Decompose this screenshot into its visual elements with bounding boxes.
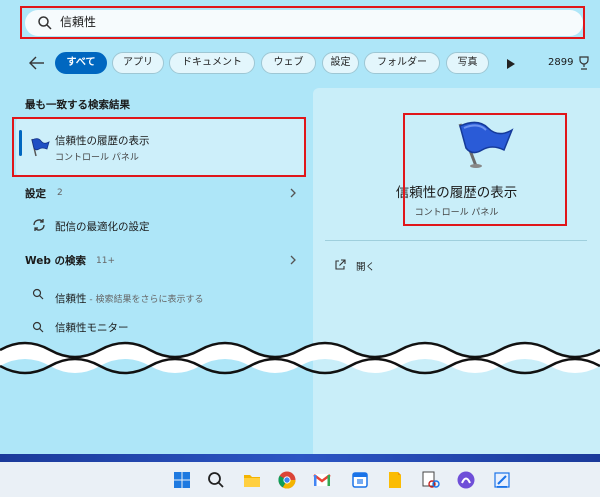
settings-heading[interactable]: 設定 — [25, 186, 46, 201]
back-arrow-icon[interactable] — [28, 55, 46, 71]
chevron-right-icon[interactable] — [289, 187, 297, 199]
web-result-item[interactable]: 信頼性 - 検索結果をさらに表示する — [55, 287, 203, 306]
settings-count: 2 — [57, 188, 63, 198]
file-explorer-icon[interactable] — [242, 470, 262, 490]
tab-documents[interactable]: ドキュメント — [169, 52, 255, 74]
trophy-icon[interactable] — [578, 56, 590, 70]
notes-icon[interactable] — [385, 470, 405, 490]
tab-all[interactable]: すべて — [55, 52, 107, 74]
tab-settings[interactable]: 設定 — [322, 52, 359, 74]
tab-folders[interactable]: フォルダー — [364, 52, 440, 74]
chevron-right-icon[interactable] — [289, 254, 297, 266]
app-icon[interactable] — [456, 470, 476, 490]
rewards-count: 2899 — [548, 57, 574, 68]
calendar-icon[interactable] — [350, 470, 370, 490]
annotation-box-preview — [403, 113, 567, 226]
web-search-count: 11+ — [96, 256, 115, 266]
search-icon[interactable] — [206, 470, 226, 490]
chrome-icon[interactable] — [277, 470, 297, 490]
editor-icon[interactable] — [492, 470, 512, 490]
web-search-heading[interactable]: Web の検索 — [25, 253, 86, 268]
divider — [325, 240, 587, 241]
settings-item[interactable]: 配信の最適化の設定 — [55, 219, 150, 234]
snipping-icon[interactable] — [420, 470, 440, 490]
more-tabs-icon[interactable] — [506, 58, 516, 70]
torn-cut-band — [0, 341, 600, 375]
tab-web[interactable]: ウェブ — [261, 52, 316, 74]
search-icon — [32, 288, 44, 300]
best-match-heading: 最も一致する検索結果 — [25, 99, 130, 111]
windows-start-icon[interactable] — [172, 470, 192, 490]
open-external-icon — [335, 259, 346, 270]
gmail-icon[interactable] — [312, 470, 332, 490]
annotation-box-best-match — [12, 117, 306, 177]
open-action[interactable]: 開く — [356, 259, 375, 273]
web-result-suffix: - 検索結果をさらに表示する — [86, 295, 204, 305]
sync-icon — [33, 219, 45, 231]
tab-photos[interactable]: 写真 — [446, 52, 489, 74]
annotation-box-search — [20, 6, 585, 39]
tab-apps[interactable]: アプリ — [112, 52, 164, 74]
web-result-main: 信頼性 — [55, 293, 87, 305]
